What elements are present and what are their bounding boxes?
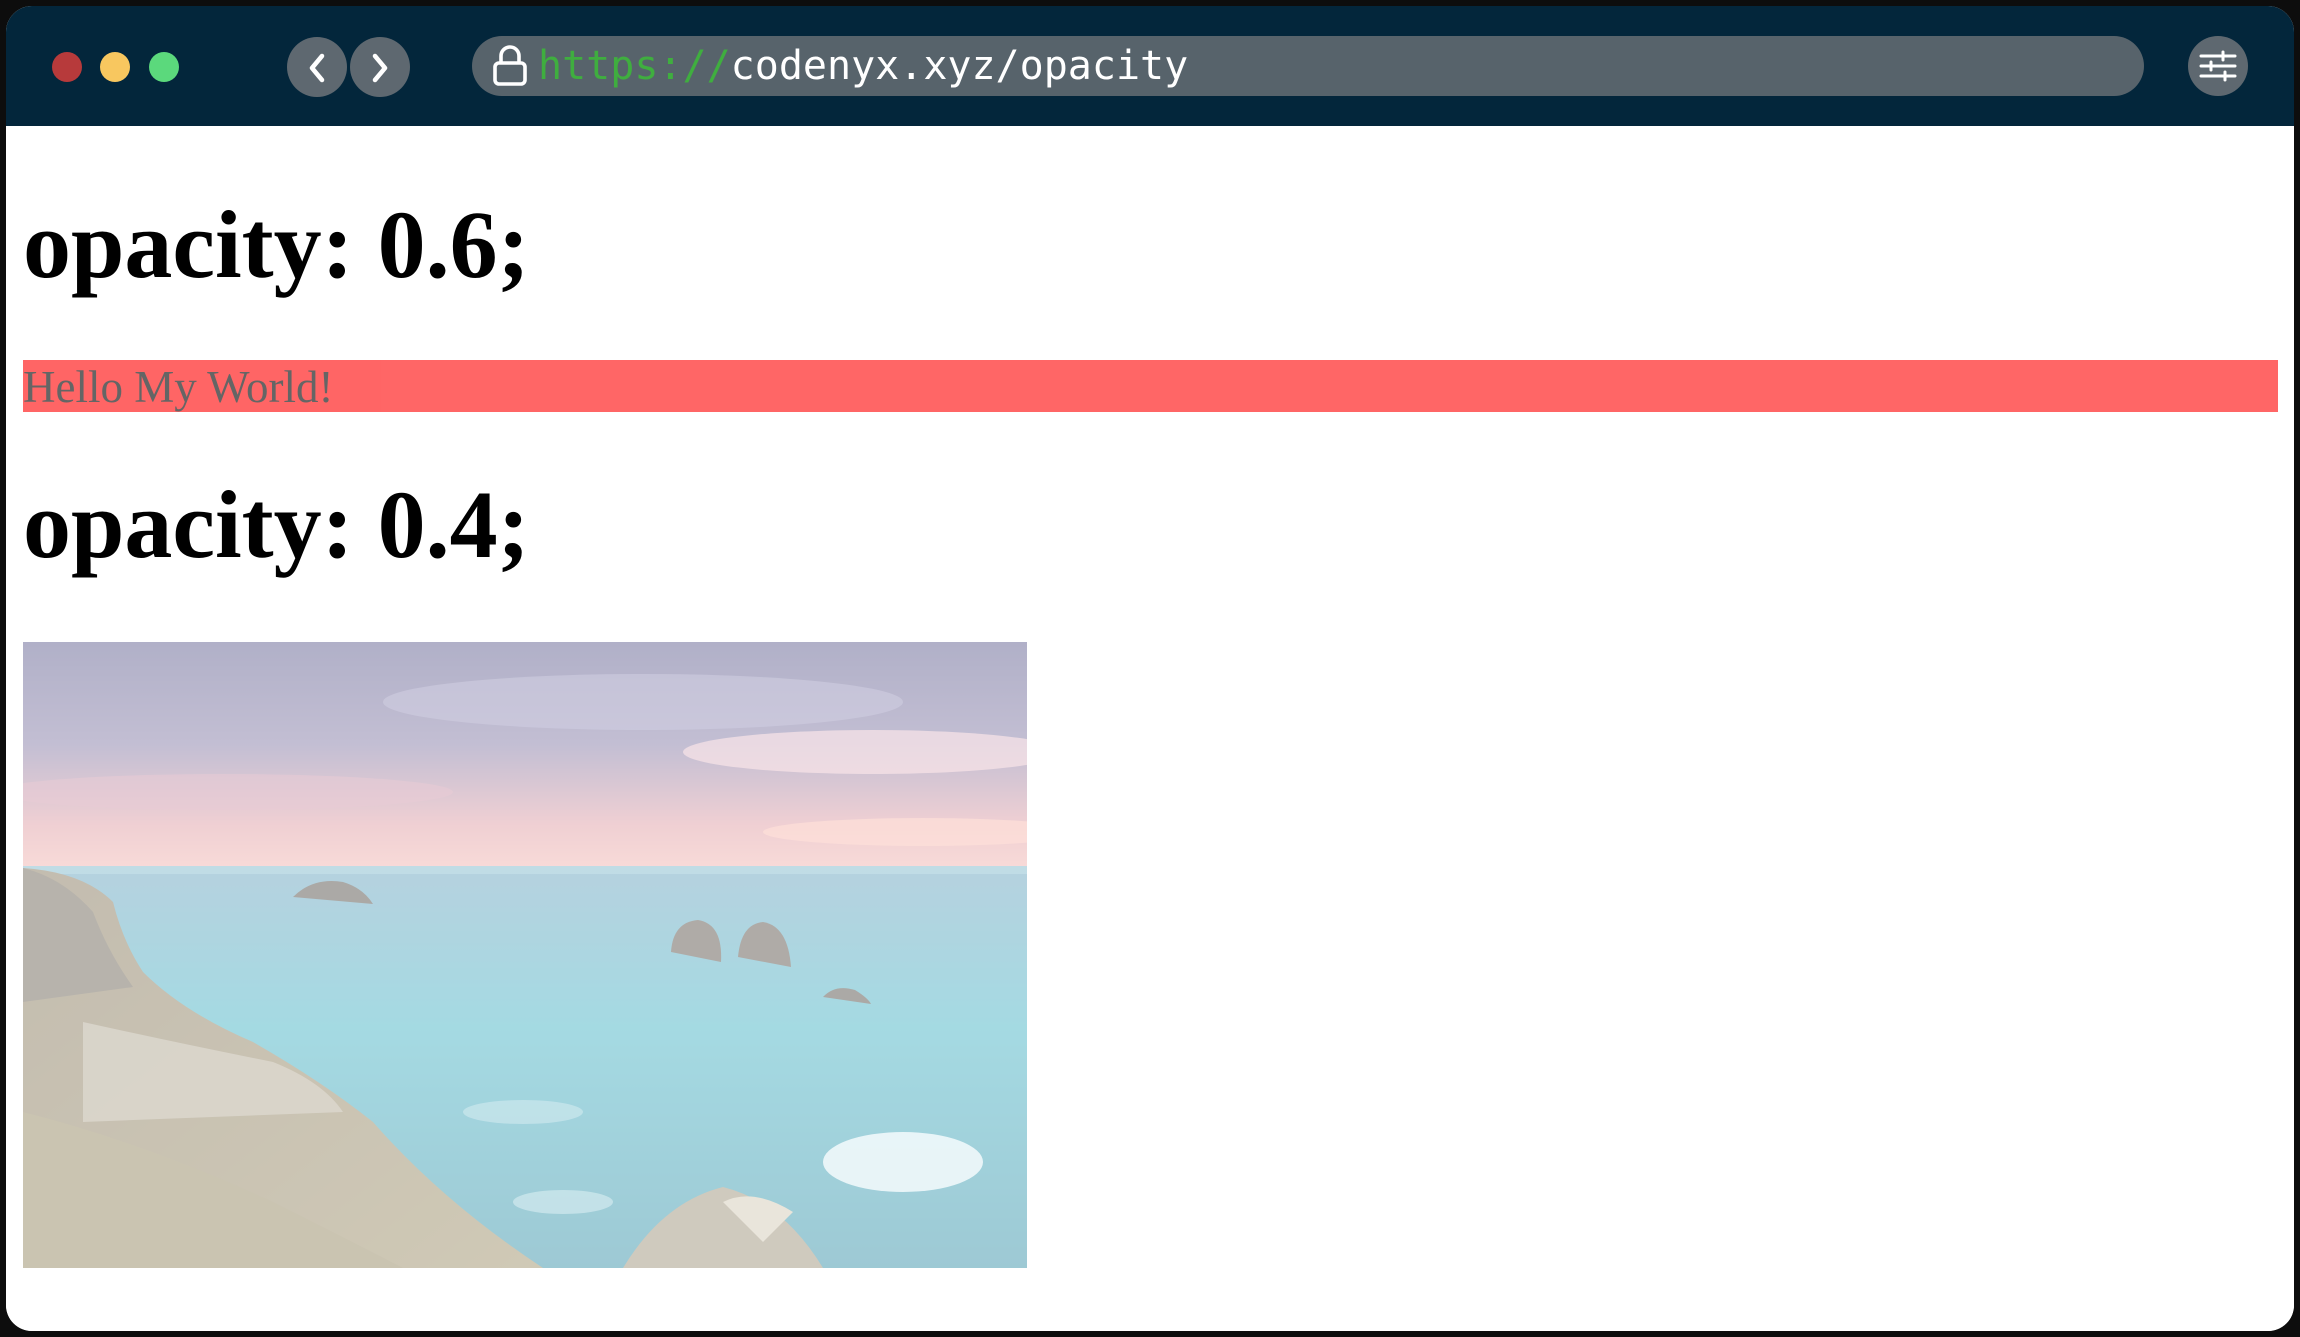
close-window-button[interactable]: [52, 52, 82, 82]
sliders-icon: [2199, 50, 2237, 82]
browser-titlebar: https://codenyx.xyz/opacity: [6, 6, 2294, 126]
address-bar[interactable]: https://codenyx.xyz/opacity: [472, 36, 2144, 96]
heading-opacity-04: opacity: 0.4;: [23, 471, 530, 578]
opacity-banner: Hello My World!: [23, 360, 2278, 412]
minimize-window-button[interactable]: [100, 52, 130, 82]
url-text[interactable]: https://codenyx.xyz/opacity: [538, 36, 1188, 96]
forward-button[interactable]: [350, 37, 410, 97]
banner-text: Hello My World!: [23, 362, 334, 412]
chevron-right-icon: [372, 53, 388, 83]
url-host-path: codenyx.xyz/opacity: [730, 43, 1189, 89]
page-content: opacity: 0.6; Hello My World! opacity: 0…: [6, 126, 2294, 1331]
lock-icon: [493, 45, 527, 86]
settings-button[interactable]: [2188, 36, 2248, 96]
back-button[interactable]: [287, 37, 347, 97]
browser-window: https://codenyx.xyz/opacity opacity: 0.6…: [6, 6, 2294, 1331]
chevron-left-icon: [309, 53, 325, 83]
heading-opacity-06: opacity: 0.6;: [23, 191, 530, 298]
maximize-window-button[interactable]: [149, 52, 179, 82]
url-scheme: https://: [538, 43, 731, 89]
seascape-image: [23, 642, 1027, 1268]
